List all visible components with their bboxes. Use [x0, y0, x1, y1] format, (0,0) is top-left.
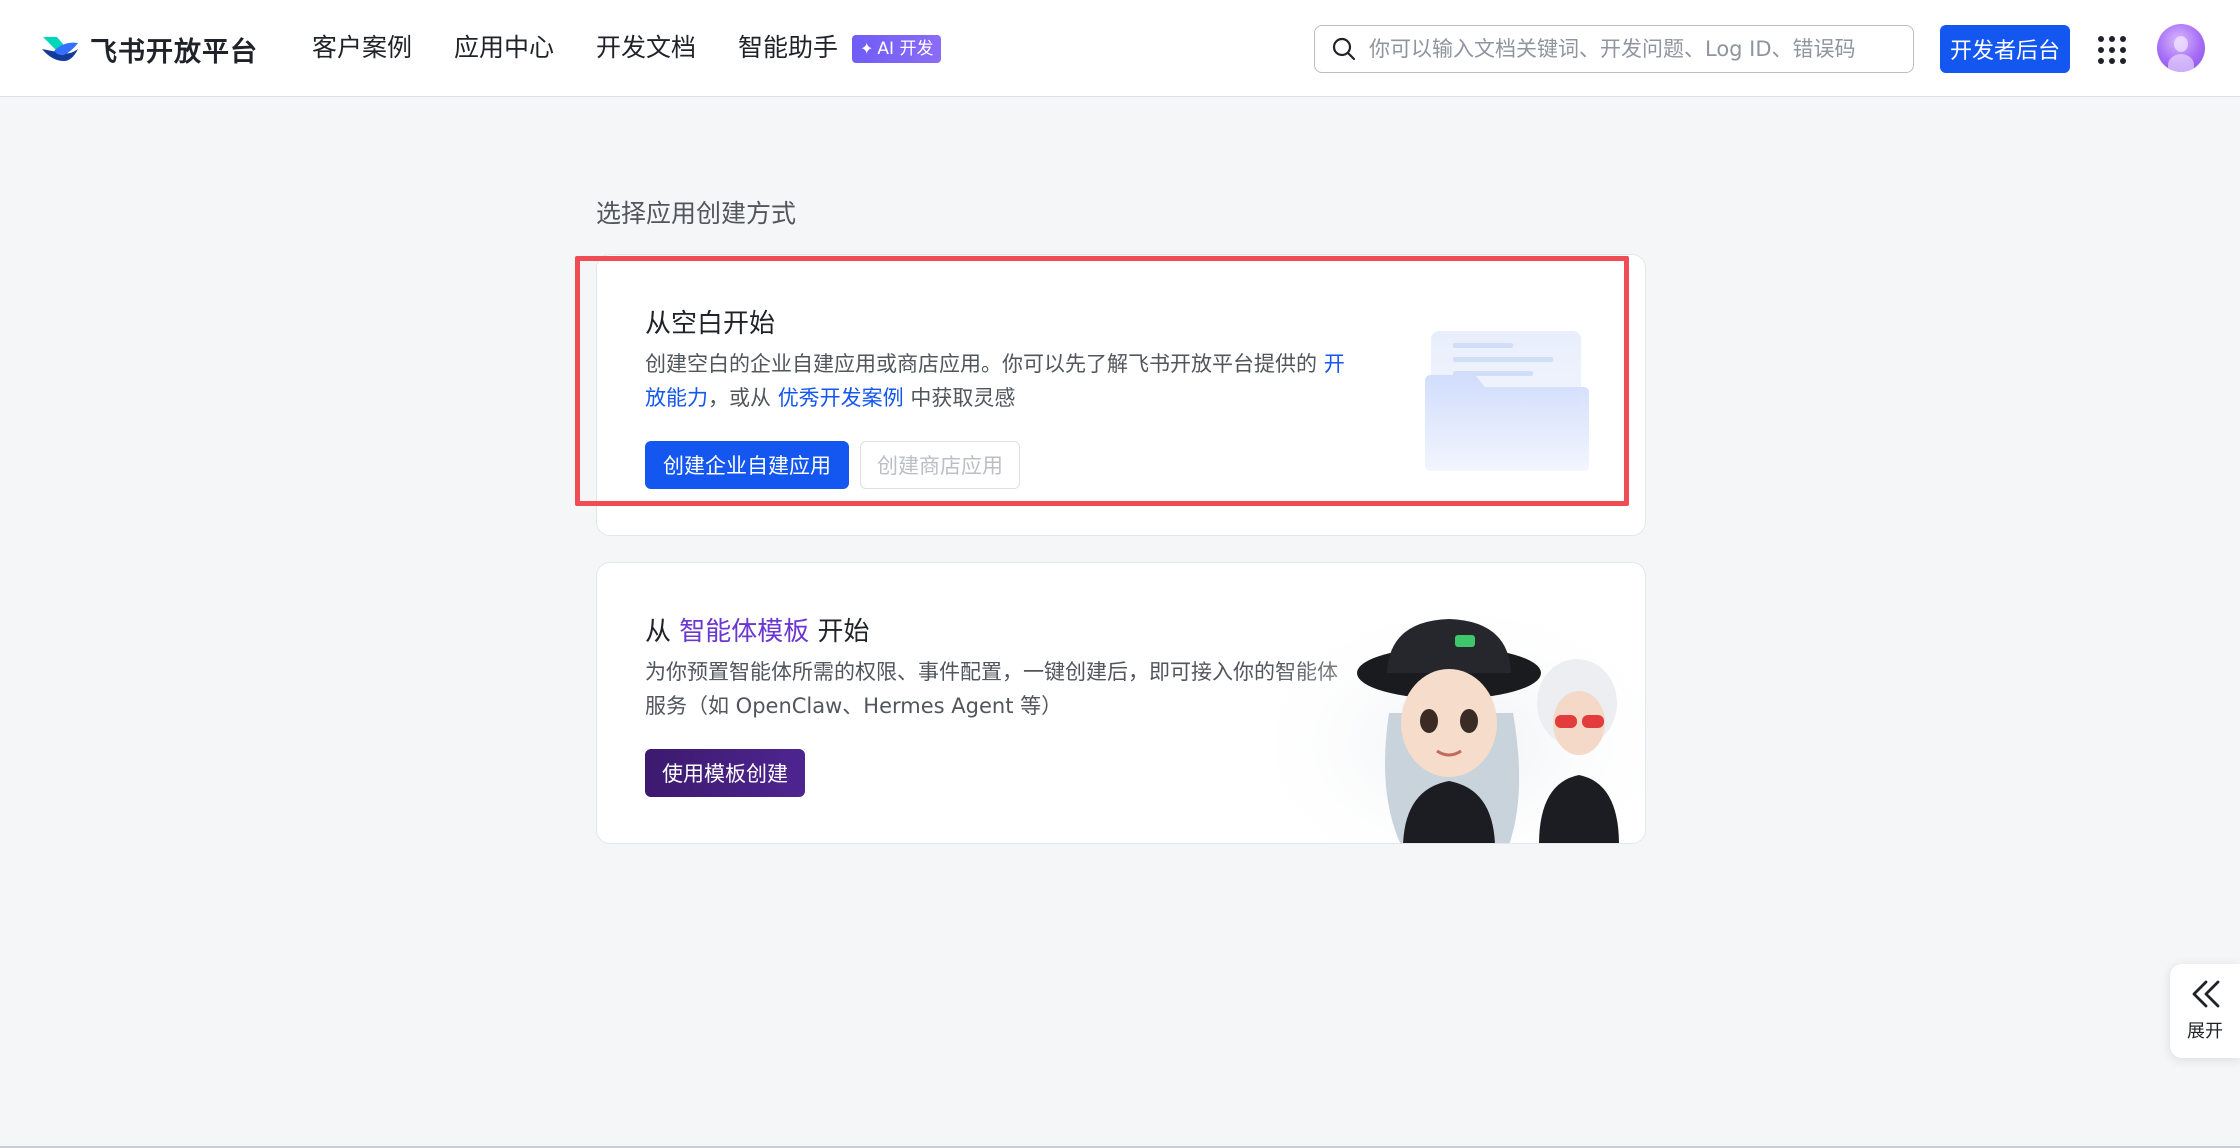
blank-desc-middle: ，或从	[708, 386, 778, 410]
nav-item-app-center[interactable]: 应用中心	[454, 28, 554, 68]
main-nav: 客户案例 应用中心 开发文档 智能助手 ✦ AI 开发	[312, 28, 942, 68]
dev-cases-link[interactable]: 优秀开发案例	[778, 386, 904, 410]
nav-item-cases[interactable]: 客户案例	[312, 28, 412, 68]
feishu-logo-icon	[42, 37, 78, 61]
ai-badge: ✦ AI 开发	[852, 35, 942, 63]
section-title: 选择应用创建方式	[596, 199, 797, 228]
double-chevron-left-icon	[2192, 980, 2220, 1008]
create-store-app-button[interactable]: 创建商店应用	[860, 441, 1020, 489]
ai-badge-label: AI 开发	[877, 39, 934, 59]
folder-illustration-icon	[1425, 331, 1589, 471]
expand-panel[interactable]: 展开	[2170, 964, 2240, 1058]
search-icon	[1331, 36, 1357, 62]
template-title-prefix: 从	[645, 617, 680, 647]
template-title-suffix: 开始	[809, 617, 870, 647]
user-avatar[interactable]	[2157, 24, 2205, 72]
blank-card-title: 从空白开始	[645, 309, 776, 339]
nav-item-assistant[interactable]: 智能助手 ✦ AI 开发	[738, 28, 942, 68]
top-header: 飞书开放平台 客户案例 应用中心 开发文档 智能助手 ✦ AI 开发 开发者后台	[0, 0, 2240, 97]
agent-template-card: 从 智能体模板 开始 为你预置智能体所需的权限、事件配置，一键创建后，即可接入你…	[596, 562, 1646, 844]
create-enterprise-app-button[interactable]: 创建企业自建应用	[645, 441, 849, 489]
template-card-description: 为你预置智能体所需的权限、事件配置，一键创建后，即可接入你的智能体服务（如 Op…	[645, 660, 1338, 718]
blank-desc-suffix: 中获取灵感	[903, 386, 1016, 410]
avatar-body-shape	[2168, 54, 2194, 72]
nav-item-docs[interactable]: 开发文档	[596, 28, 696, 68]
avatar-head-shape	[2174, 36, 2188, 52]
blank-start-card: 从空白开始 创建空白的企业自建应用或商店应用。你可以先了解飞书开放平台提供的 开…	[596, 254, 1646, 536]
nav-item-assistant-label: 智能助手	[738, 33, 839, 62]
logo-text: 飞书开放平台	[90, 36, 258, 68]
logo[interactable]: 飞书开放平台	[40, 30, 258, 68]
template-card-title: 从 智能体模板 开始	[645, 611, 870, 648]
use-template-button[interactable]: 使用模板创建	[645, 749, 805, 797]
agent-template-highlight: 智能体模板	[679, 617, 810, 647]
sparkle-icon: ✦	[860, 39, 874, 58]
apps-grid-icon[interactable]	[2097, 35, 2127, 65]
search-box[interactable]	[1314, 25, 1914, 73]
agent-characters-illustration-icon	[1277, 593, 1645, 843]
search-input[interactable]	[1369, 29, 1909, 69]
blank-card-description: 创建空白的企业自建应用或商店应用。你可以先了解飞书开放平台提供的 开放能力，或从…	[645, 347, 1345, 415]
developer-console-button[interactable]: 开发者后台	[1940, 25, 2070, 73]
expand-label: 展开	[2187, 1021, 2223, 1042]
blank-desc-prefix: 创建空白的企业自建应用或商店应用。你可以先了解飞书开放平台提供的	[645, 352, 1324, 376]
